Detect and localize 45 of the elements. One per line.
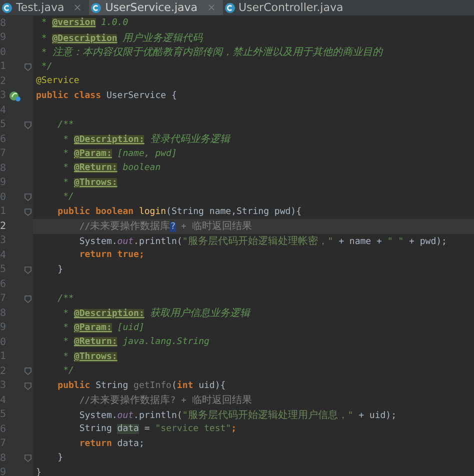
code-line: public class UserService { — [36, 90, 177, 101]
code-line: public boolean login(String name,String pwd){ — [56, 206, 302, 217]
code-line: return true; — [78, 250, 144, 260]
code-line: } — [36, 468, 42, 476]
class-file-icon — [91, 2, 102, 12]
code-line: */ — [40, 62, 52, 72]
file-tab[interactable]: UserController.java — [222, 0, 352, 15]
fold-icon[interactable] — [24, 454, 32, 462]
line-number: 2 — [0, 220, 7, 232]
code-line: @Service — [36, 76, 80, 86]
code-line: * @Description 用户业务逻辑代码 — [40, 32, 203, 45]
code-line: * @version 1.0.0 — [40, 18, 128, 28]
code-line: */ — [62, 366, 74, 376]
fold-icon[interactable] — [24, 266, 32, 274]
code-line: * @Return: java.lang.String — [62, 337, 210, 348]
fold-icon[interactable] — [24, 120, 32, 129]
class-file-icon — [224, 2, 234, 12]
code-line: } — [56, 264, 64, 275]
code-line: /** — [56, 294, 74, 304]
file-tab[interactable]: Test.java — [0, 0, 90, 15]
code-line: * @Param: [name, pwd] — [62, 148, 177, 159]
code-line: //未来要操作数据库? + 临时返回结果 — [78, 394, 252, 408]
code-line: System.out.println("服务层代码开始逻辑处理帐密，" + name + " " + pwd); — [78, 234, 447, 248]
code-line: public String getInfo(int uid){ — [56, 380, 226, 391]
code-line: */ — [62, 192, 74, 202]
code-line: * 注意：本内容仅限于优酷教育内部传阅，禁止外泄以及用于其他的商业目的 — [40, 46, 382, 60]
class-file-icon — [2, 2, 12, 12]
code-line: * @Throws: — [62, 178, 118, 188]
code-line: return data; — [78, 438, 144, 449]
code-line: System.out.println("服务层代码开始逻辑处理用户信息，" + uid); — [78, 408, 397, 422]
code-line: * @Return: boolean — [62, 163, 161, 174]
code-line: * @Description: 获取用户信息业务逻辑 — [62, 306, 250, 320]
code-line: * @Param: [uid] — [62, 322, 144, 333]
close-icon[interactable] — [74, 4, 82, 11]
code-line: } — [56, 453, 64, 464]
code-line: * @Description: 登录代码业务逻辑 — [62, 132, 230, 146]
file-tab[interactable]: UserService.java — [89, 0, 222, 15]
fold-icon[interactable] — [24, 294, 32, 303]
close-icon[interactable] — [208, 4, 214, 11]
code-line: //未来要操作数据库? + 临时返回结果 — [78, 220, 252, 234]
code-line: /** — [56, 120, 74, 130]
bean-icon[interactable] — [9, 90, 21, 102]
code-line: String data = "service test"; — [78, 424, 237, 434]
fold-icon[interactable] — [24, 62, 32, 71]
code-line: * @Throws: — [62, 352, 118, 362]
